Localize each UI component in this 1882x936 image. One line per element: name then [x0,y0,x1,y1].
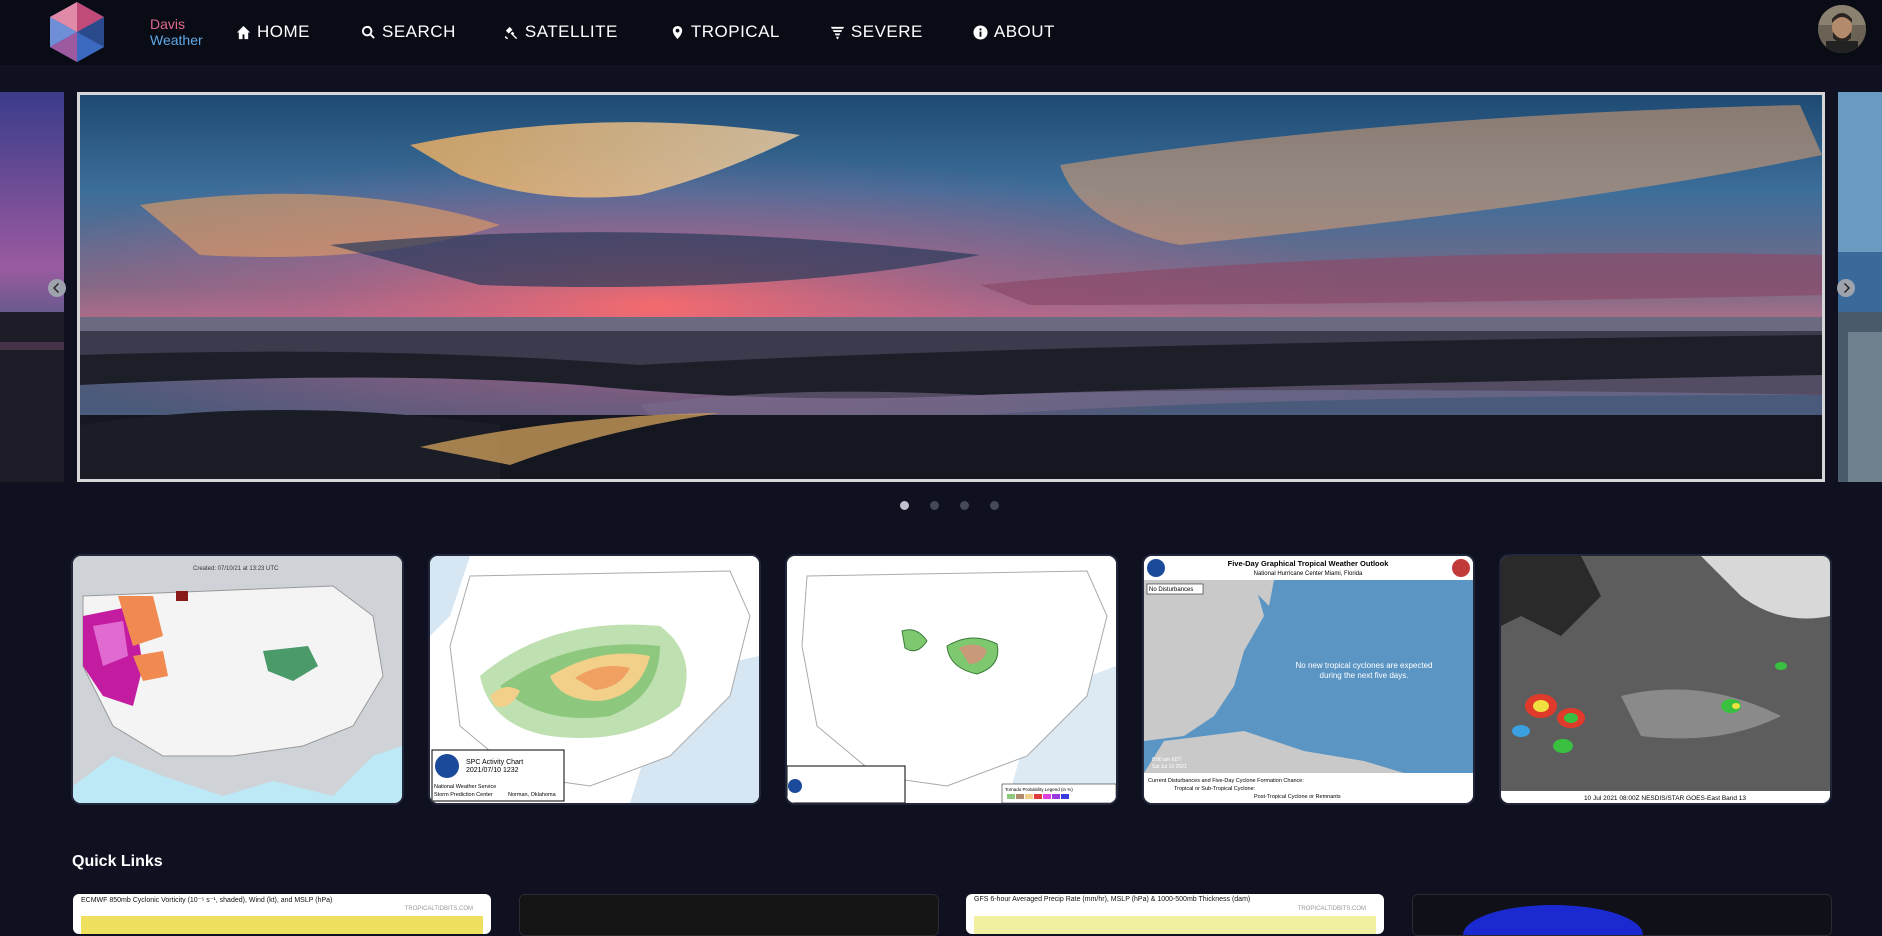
brand-logo[interactable]: Davis Weather [46,0,203,63]
carousel-next-button[interactable] [1837,279,1855,297]
quick-link-gfs-precip[interactable]: GFS 6-hour Averaged Precip Rate (mm/hr),… [966,894,1384,934]
search-icon [361,25,375,39]
nav-about[interactable]: ABOUT [973,20,1055,44]
satellite-icon [504,26,517,39]
day1-legend-title: Tornado Probability Legend (in %) [1005,787,1073,792]
map-pin-icon [672,25,683,39]
tropical-outlook-footer-1: Current Disturbances and Five-Day Cyclon… [1148,778,1304,784]
carousel-dot-3[interactable] [960,501,969,510]
spc-chart-footer: Storm Prediction Center [434,792,493,798]
nav-tropical-label: TROPICAL [690,22,780,41]
tropical-outlook-title: Five-Day Graphical Tropical Weather Outl… [1228,559,1390,568]
carousel-indicators [900,501,999,510]
nav-severe[interactable]: SEVERE [830,20,923,44]
quick-link-caption: GFS 6-hour Averaged Precip Rate (mm/hr),… [974,896,1251,903]
home-icon [236,25,251,39]
user-avatar[interactable] [1818,5,1866,53]
nav-about-label: ABOUT [993,22,1055,41]
noaa-logo-icon [1147,559,1165,577]
navbar: Davis Weather HOME SEARCH SATELLITE TROP… [0,0,1882,65]
tropical-outlook-time-1: 8:00 am EDT [1152,757,1181,763]
nav-home-label: HOME [257,22,310,41]
logo-icon [50,2,104,62]
nav-menu: HOME SEARCH SATELLITE TROPICAL SEVERE AB… [236,20,1106,44]
nav-search[interactable]: SEARCH [361,20,456,44]
carousel-prev-button[interactable] [48,279,66,297]
brand-line2: Weather [150,32,203,48]
tropical-outlook-subtitle: National Hurricane Center Miami, Florida [1254,571,1363,577]
carousel-dot-4[interactable] [990,501,999,510]
quick-link-4[interactable] [1412,894,1832,936]
quick-links-heading: Quick Links [72,853,163,870]
quick-link-source: TROPICALTIDBITS.COM [1297,906,1366,912]
tropical-outlook-message-1: No new tropical cyclones are expected [1296,661,1433,670]
nav-home[interactable]: HOME [236,20,310,44]
chevron-right-icon [1844,283,1850,293]
nav-tropical[interactable]: TROPICAL [670,20,780,44]
tropical-outlook-time-2: Sat Jul 10 2021 [1152,764,1187,770]
carousel-dot-2[interactable] [930,501,939,510]
carousel-active-slide[interactable] [77,92,1825,482]
noaa-logo-icon [435,754,459,778]
thumbnail-satellite[interactable]: 10 Jul 2021 08:00Z NESDIS/STAR GOES-East… [1501,556,1830,803]
tropical-outlook-footer-3: Post-Tropical Cyclone or Remnants [1254,794,1341,800]
nav-satellite[interactable]: SATELLITE [504,20,618,44]
spc-chart-org: National Weather Service [434,784,496,790]
thumbnail-spc-activity[interactable]: SPC Activity Chart 2021/07/10 1232 Natio… [430,556,759,803]
avatar-image [1818,5,1866,53]
tropical-outlook-footer-2: Tropical or Sub-Tropical Cyclone: [1174,786,1256,792]
thumbnail-warnings-map[interactable]: Created: 07/10/21 at 13:23 UTC [73,556,402,803]
no-disturbances-badge: No Disturbances [1149,587,1193,593]
carousel-dot-1[interactable] [900,501,909,510]
quick-link-caption: ECMWF 850mb Cyclonic Vorticity (10⁻⁵ s⁻¹… [81,897,333,904]
nav-satellite-label: SATELLITE [524,22,618,41]
chevron-left-icon [53,283,59,293]
quick-link-2[interactable] [519,894,939,936]
nws-logo-icon [1452,559,1470,577]
quick-link-source: TROPICALTIDBITS.COM [404,906,473,912]
satellite-caption: 10 Jul 2021 08:00Z NESDIS/STAR GOES-East… [1584,795,1746,802]
sunset-photo [80,95,1822,479]
warnings-map-caption: Created: 07/10/21 at 13:23 UTC [193,566,279,572]
thumbnail-tropical-outlook[interactable]: Five-Day Graphical Tropical Weather Outl… [1144,556,1473,803]
brand-line1: Davis [150,16,186,32]
info-icon [973,24,988,40]
nav-search-label: SEARCH [382,22,456,41]
nav-severe-label: SEVERE [850,22,923,41]
spc-chart-title: SPC Activity Chart [466,759,523,766]
thumbnail-spc-day1[interactable]: Tornado Probability Legend (in %) [787,556,1116,803]
quick-link-ecmwf-vorticity[interactable]: ECMWF 850mb Cyclonic Vorticity (10⁻⁵ s⁻¹… [73,894,491,934]
spc-chart-date: 2021/07/10 1232 [466,767,519,774]
hero-carousel [0,92,1882,484]
tornado-icon [830,26,844,39]
noaa-logo-icon [788,779,802,793]
tropical-outlook-message-2: during the next five days. [1320,671,1409,680]
spc-chart-city: Norman, Oklahoma [508,792,557,798]
